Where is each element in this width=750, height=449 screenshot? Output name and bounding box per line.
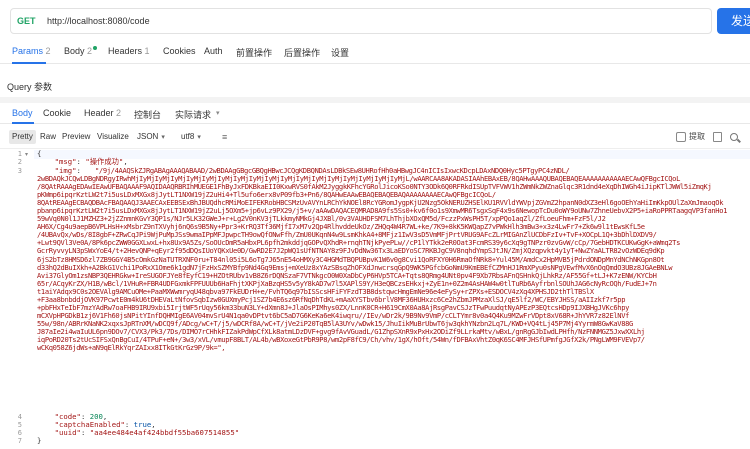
line-gutter: 1 ▾ 2 3 4 5 6 7: [0, 149, 34, 449]
extract-label: 提取: [689, 132, 705, 141]
img-base64-line: +Lwt9QVl3Ve0A/8Pk6pcZWW0GGXLwxL+hx8Ux9A5…: [37, 239, 681, 248]
tab-cookies[interactable]: Cookies: [163, 46, 196, 56]
img-base64-line: 8QAtREAAgECBAQDBAcFBAQAAQJ3AAECAxEEBSExB…: [37, 199, 724, 208]
encoding-value: utf8: [181, 132, 195, 141]
actual-request-chevron-icon[interactable]: ▾: [216, 109, 220, 117]
json-key-uuid: "uuid": [54, 428, 81, 437]
json-value-msg: "操作成功": [85, 157, 124, 166]
img-base64-line: GcrRyvvyLN3pSWxYoE4/t+2HevQNP+qEyr2f95dD…: [37, 247, 665, 256]
response-tools: 提取: [676, 130, 738, 144]
format-pretty-button[interactable]: Pretty: [9, 130, 36, 144]
tab-pre-operations[interactable]: 前置操作: [236, 46, 272, 59]
line-number: 6: [17, 429, 22, 437]
resp-tab-cookie[interactable]: Cookie: [43, 108, 71, 118]
resp-tab-body[interactable]: Body: [12, 108, 33, 118]
panel-divider[interactable]: [0, 97, 750, 103]
response-tabs: Body Cookie Header 2 控制台 实际请求 ▾: [0, 104, 750, 124]
tab-headers-label: Headers: [108, 46, 143, 56]
resp-tab-actual-request[interactable]: 实际请求: [175, 108, 211, 121]
img-base64-line: iqPoRD20Ts2tUcSIFSxQnBgCuI/4TPuF+eN+/3w3…: [37, 335, 645, 344]
url-input[interactable]: http://localhost:8080/code: [47, 16, 150, 26]
tab-body[interactable]: Body 2: [64, 46, 98, 56]
format-type-value: JSON: [137, 132, 159, 141]
img-base64-line: "/9j/4AAQSkZJRgABAgAAAQABAAD/2wBDAAgGBgc…: [95, 167, 570, 175]
response-body-viewer[interactable]: 1 ▾ 2 3 4 5 6 7 { "msg": "操作成功", "img": …: [0, 148, 750, 449]
tab-auth[interactable]: Auth: [204, 46, 223, 56]
response-format-bar: Pretty Raw Preview Visualize JSON ▾ utf8 ▾…: [0, 128, 750, 146]
chevron-down-icon: ▾: [161, 134, 165, 141]
img-base64-line: /8QAtRAAAgEDAwIEAwUFBAQAAAF9AQIDAAQRBRIh…: [37, 183, 712, 192]
json-close-brace: }: [37, 436, 42, 445]
img-base64-line: 59wVq0N0l1J1MZHZ3+2jZZnmnKGvY3QP1s/NJr5L…: [37, 215, 606, 224]
tab-params-count: 2: [45, 46, 51, 56]
img-base64-line: AH6X/Cg4u9aepB6VPLHsH+xMsbrZ9nTXVyhj6nQ6…: [37, 223, 645, 232]
img-base64-line: 6jS2bTz8HMSD6zl7ZB9GGY4B5cOmkGzNaTUTRXNF…: [37, 255, 665, 264]
img-base64-line: d33hQ2dBuIXkh+A2BkG1Vchi1PoRxX1Ome6k1gdN…: [37, 263, 673, 272]
img-base64-line: t1aiYAdqx9C0s2OEVAlg9AMCuOMe+PaaMXWwmryq…: [37, 287, 594, 296]
img-base64-line: 65r/ACqyKrZX/H1B/wBcl/1VHuR+FBR4UDFGxmkF…: [37, 279, 657, 288]
line-number: 1: [17, 150, 22, 158]
format-preview-button[interactable]: Preview: [59, 130, 93, 144]
line-number: 3: [17, 167, 22, 175]
tab-headers[interactable]: Headers 1: [108, 46, 150, 56]
line-number: 7: [17, 437, 22, 445]
active-tab-indicator: [12, 62, 46, 64]
img-base64-line: pbanp6ipqrKztLW2t7i5usLDxMXGx8jJytLT1NXW…: [37, 207, 728, 216]
json-line-msg: "msg": "操作成功",: [54, 157, 128, 166]
img-base64-line: wCKq058Z6jdWs+aN9qElRkYqrZAIxx8ITkGtKrGz…: [37, 344, 226, 353]
json-value-img: "/9j/4AAQSkZJRgABAgAAAQABAAD/2wBDAAgGBgc…: [37, 167, 739, 413]
img-base64-line: 2wBDAQkJCQwLDBgNDRgyIRwhMjIyMjIyMjIyMjIy…: [37, 175, 681, 184]
resp-active-tab-indicator: [12, 122, 34, 124]
resp-tab-console[interactable]: 控制台: [134, 108, 161, 121]
method-selector[interactable]: GET: [17, 16, 37, 26]
img-base64-line: +F3aa8bnbddjOVK97PcwtE0m4kU6tDHEVaLtNfov…: [37, 295, 626, 304]
img-base64-line: 55w/98n/ABRrKNaNK2xqxsJpRTnXM/wDCQ9f/ADc…: [37, 319, 633, 328]
format-type-select[interactable]: JSON ▾: [137, 130, 165, 145]
query-params-label: Query 参数: [7, 82, 53, 92]
extract-icon: [676, 132, 686, 142]
fold-chevron-icon[interactable]: ▾: [25, 151, 28, 158]
tab-params-label: Params: [12, 46, 44, 56]
json-line-uuid: "uuid": "aa4ee484e4af424bbdf55ba60751485…: [54, 428, 240, 437]
img-base64-line: mCXVpHPGDkB1zj6V1Fh60jsNPitYInfDQHMIgE6A…: [37, 311, 630, 320]
tab-headers-count: 1: [144, 46, 150, 56]
wrap-lines-icon[interactable]: ≡: [222, 130, 227, 144]
line-number: 4: [17, 413, 22, 421]
resp-tab-header-label: Header: [84, 108, 114, 118]
tab-post-operations[interactable]: 后置操作: [284, 46, 320, 59]
copy-icon[interactable]: [713, 132, 722, 142]
search-icon[interactable]: [730, 133, 738, 141]
resp-tab-header-count: 2: [116, 108, 122, 118]
img-base64-line: pKWmp6ipqrKztLW2t7i5usLDxMXGx8jJytLT1NXW…: [37, 191, 496, 200]
request-tabs: Params 2 Body 2 Headers 1 Cookies Auth 前…: [0, 40, 750, 64]
img-base64-line: Avi37GlyOm1zsNBP3QEHRGkw+IreSUGOFJYe8fEy…: [37, 271, 657, 280]
body-status-dot: [93, 46, 98, 50]
img-base64-line: +pbFHxTeIbF7mzYAdRw7oaFHB9IRU9xbi5IrjtWF…: [37, 303, 630, 312]
send-button[interactable]: 发送: [717, 8, 750, 34]
tab-params[interactable]: Params 2: [12, 46, 51, 56]
active-line-highlight: [34, 150, 750, 159]
resp-tab-header[interactable]: Header 2: [84, 108, 121, 118]
url-input-box[interactable]: GET http://localhost:8080/code: [10, 8, 712, 34]
format-visualize-button[interactable]: Visualize: [94, 130, 132, 144]
json-key-msg: "msg": [54, 157, 77, 166]
line-number: 2: [17, 158, 22, 166]
extract-button[interactable]: 提取: [676, 130, 705, 144]
request-bar: GET http://localhost:8080/code 发送: [0, 0, 750, 40]
json-value-uuid: "aa4ee484e4af424bbdf55ba607514855": [89, 428, 240, 437]
tab-body-count: 2: [87, 46, 93, 56]
line-number: 5: [17, 421, 22, 429]
tab-body-label: Body: [64, 46, 85, 56]
format-raw-button[interactable]: Raw: [37, 130, 59, 144]
img-base64-line: J87aIe2i4waIuUL6pn9DOv7/CVX3/Pk3/7Ds/DIM…: [37, 327, 645, 336]
img-base64-line: /4UBAvQx/wDs/8I8gbF+ZRwCqJPi9WjPuMpJSs9w…: [37, 231, 657, 240]
chevron-down-icon: ▾: [197, 134, 201, 141]
tab-settings[interactable]: 设置: [331, 46, 349, 59]
encoding-select[interactable]: utf8 ▾: [181, 130, 201, 145]
